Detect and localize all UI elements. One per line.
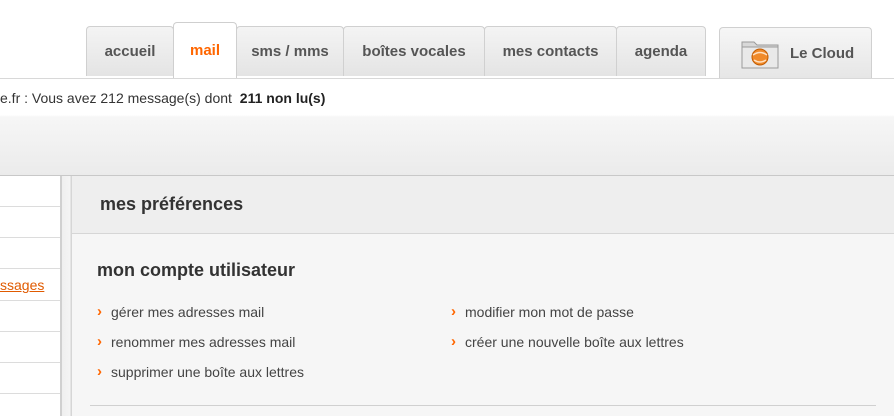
tab-le-cloud[interactable]: Le Cloud (719, 27, 872, 78)
link-delete-mailbox[interactable]: › supprimer une boîte aux lettres (97, 363, 304, 380)
sidebar-divider (0, 206, 60, 207)
tab-boites-vocales[interactable]: boîtes vocales (343, 26, 485, 76)
cloud-tab-label: Le Cloud (790, 44, 855, 62)
link-change-password[interactable]: › modifier mon mot de passe (451, 303, 634, 320)
tab-sms-mms[interactable]: sms / mms (236, 26, 344, 76)
link-label: renommer mes adresses mail (111, 333, 296, 350)
preferences-panel: mes préférences mon compte utilisateur ›… (72, 176, 894, 416)
sidebar-border (60, 176, 72, 416)
sidebar-divider (0, 331, 60, 332)
section-title: mon compte utilisateur (97, 260, 296, 280)
left-sidebar (0, 176, 60, 416)
sidebar-link-messages[interactable]: ssages (0, 277, 60, 293)
chevron-right-icon: › (451, 303, 456, 320)
tab-mail[interactable]: mail (173, 22, 237, 78)
message-count: e.fr : Vous avez 212 message(s) dont 211… (0, 90, 325, 106)
link-rename-addresses[interactable]: › renommer mes adresses mail (97, 333, 295, 350)
cloud-folder-icon (741, 41, 779, 69)
chevron-right-icon: › (97, 303, 102, 320)
link-label: supprimer une boîte aux lettres (111, 363, 304, 380)
tab-mes-contacts[interactable]: mes contacts (484, 26, 617, 76)
link-label: créer une nouvelle boîte aux lettres (465, 333, 684, 350)
preferences-header: mes préférences (72, 176, 894, 234)
chevron-right-icon: › (97, 333, 102, 350)
sidebar-divider (0, 237, 60, 238)
link-manage-addresses[interactable]: › gérer mes adresses mail (97, 303, 264, 320)
sidebar-divider (0, 362, 60, 363)
link-label: modifier mon mot de passe (465, 303, 634, 320)
section-divider (90, 405, 876, 406)
link-label: gérer mes adresses mail (111, 303, 265, 320)
sidebar-divider (0, 300, 60, 301)
message-count-text: e.fr : Vous avez 212 message(s) dont (0, 90, 232, 106)
chevron-right-icon: › (451, 333, 456, 350)
sidebar-divider (0, 268, 60, 269)
info-bar: e.fr : Vous avez 212 message(s) dont 211… (0, 78, 894, 176)
tab-agenda[interactable]: agenda (616, 26, 706, 76)
sidebar-divider (0, 393, 60, 394)
link-create-mailbox[interactable]: › créer une nouvelle boîte aux lettres (451, 333, 684, 350)
unread-count: 211 non lu(s) (239, 90, 326, 106)
chevron-right-icon: › (97, 363, 102, 380)
tab-accueil[interactable]: accueil (86, 26, 174, 76)
page-title: mes préférences (100, 194, 244, 214)
